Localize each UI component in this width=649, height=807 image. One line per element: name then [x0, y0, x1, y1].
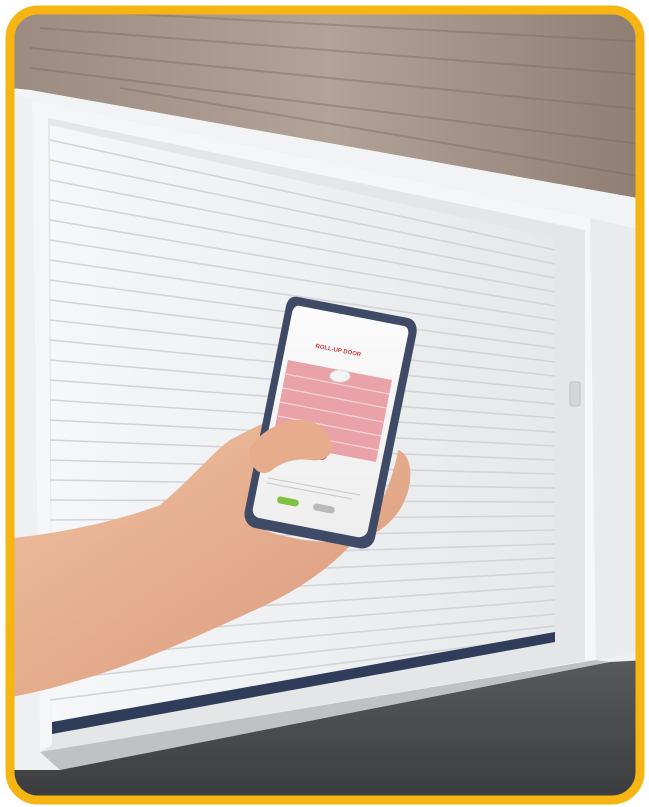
- photo-frame: ROLL-UP DOOR: [0, 0, 649, 807]
- door-sensor: [569, 381, 581, 407]
- door-open-icon[interactable]: [329, 369, 351, 383]
- garage-door-photo: ROLL-UP DOOR: [5, 5, 645, 805]
